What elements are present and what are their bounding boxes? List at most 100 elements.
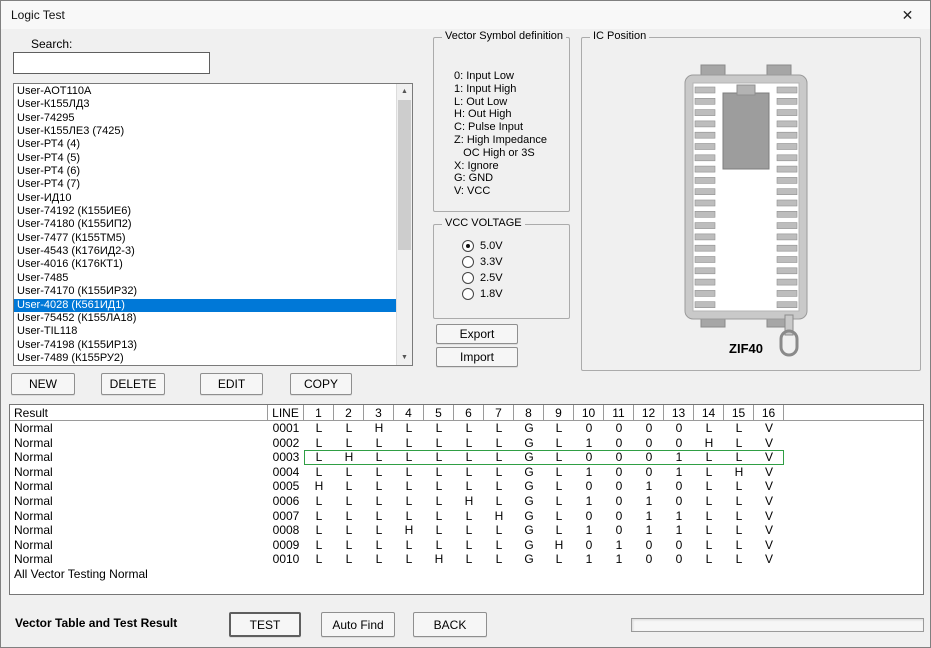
- device-list-item[interactable]: User-РТ4 (4): [14, 138, 396, 151]
- row-pin-value: V: [754, 509, 784, 523]
- vcc-option-label: 2.5V: [480, 272, 503, 284]
- device-list-item[interactable]: User-К155ЛЕ3 (7425): [14, 125, 396, 138]
- device-list-item[interactable]: User-75452 (К155ЛА18): [14, 312, 396, 325]
- row-pin-value: L: [334, 421, 364, 435]
- zif-pin: [695, 268, 715, 274]
- row-pin-value: L: [724, 509, 754, 523]
- table-row[interactable]: Normal0003LHLLLLLGL0001LLV: [10, 450, 923, 465]
- device-list-item[interactable]: User-TIL118: [14, 325, 396, 338]
- device-list-item[interactable]: User-AOT110A: [14, 85, 396, 98]
- column-header-pin: 4: [394, 405, 424, 420]
- device-list-item[interactable]: User-74192 (К155ИЕ6): [14, 205, 396, 218]
- table-row[interactable]: Normal0006LLLLLHLGL1010LLV: [10, 494, 923, 509]
- scroll-up-icon[interactable]: ▲: [397, 84, 412, 99]
- row-pin-value: V: [754, 523, 784, 537]
- new-button[interactable]: NEW: [11, 373, 75, 395]
- row-pin-value: L: [424, 494, 454, 508]
- device-list-item[interactable]: User-4028 (К561ИД1): [14, 299, 396, 312]
- row-pin-value: L: [334, 538, 364, 552]
- device-list-item[interactable]: User-7489 (К155РУ2): [14, 352, 396, 365]
- vcc-option[interactable]: 2.5V: [462, 270, 503, 286]
- table-row[interactable]: Normal0008LLLHLLLGL1011LLV: [10, 523, 923, 538]
- test-button[interactable]: TEST: [229, 612, 301, 637]
- row-pin-value: L: [304, 465, 334, 479]
- row-pin-value: L: [424, 450, 454, 464]
- row-pin-value: 0: [604, 421, 634, 435]
- table-row[interactable]: Normal0001LLHLLLLGL0000LLV: [10, 421, 923, 436]
- vector-symbol-lines: 0: Input Low1: Input HighL: Out LowH: Ou…: [454, 70, 567, 198]
- row-pin-value: 1: [664, 450, 694, 464]
- device-list-item[interactable]: User-74295: [14, 112, 396, 125]
- row-pin-value: L: [334, 509, 364, 523]
- device-list-item[interactable]: User-74170 (К155ИР32): [14, 285, 396, 298]
- device-list-item[interactable]: User-К155ЛД3: [14, 98, 396, 111]
- row-pin-value: L: [484, 436, 514, 450]
- vcc-option[interactable]: 1.8V: [462, 286, 503, 302]
- delete-button[interactable]: DELETE: [101, 373, 165, 395]
- search-input[interactable]: [13, 52, 210, 74]
- row-result: Normal: [10, 479, 268, 493]
- row-pin-value: 0: [574, 509, 604, 523]
- device-list-item[interactable]: User-74198 (К155ИР13): [14, 339, 396, 352]
- row-pin-value: L: [424, 479, 454, 493]
- device-list-item[interactable]: User-4016 (К176КТ1): [14, 258, 396, 271]
- row-pin-value: L: [394, 509, 424, 523]
- column-header-pin: 10: [574, 405, 604, 420]
- zif-pin: [695, 189, 715, 195]
- table-row[interactable]: Normal0004LLLLLLLGL1001LHV: [10, 465, 923, 480]
- device-list-item[interactable]: User-ИД10: [14, 192, 396, 205]
- list-scrollbar[interactable]: ▲ ▼: [396, 84, 412, 365]
- table-row[interactable]: Normal0007LLLLLLHGL0011LLV: [10, 508, 923, 523]
- row-result: Normal: [10, 552, 268, 566]
- zif-pin: [777, 110, 797, 116]
- row-pin-value: H: [304, 479, 334, 493]
- row-pin-value: V: [754, 538, 784, 552]
- copy-button[interactable]: COPY: [290, 373, 352, 395]
- row-line: 0010: [268, 552, 304, 566]
- edit-button[interactable]: EDIT: [200, 373, 263, 395]
- row-pin-value: L: [454, 450, 484, 464]
- ic-chip-notch: [737, 85, 755, 95]
- device-list-item[interactable]: User-РТ4 (5): [14, 152, 396, 165]
- row-pin-value: 1: [574, 465, 604, 479]
- row-pin-value: G: [514, 538, 544, 552]
- row-pin-value: L: [544, 552, 574, 566]
- scroll-down-icon[interactable]: ▼: [397, 350, 412, 365]
- close-icon[interactable]: ✕: [885, 1, 930, 29]
- vcc-option[interactable]: 3.3V: [462, 254, 503, 270]
- device-list-item[interactable]: User-РТ4 (7): [14, 178, 396, 191]
- row-pin-value: G: [514, 509, 544, 523]
- auto-find-button[interactable]: Auto Find: [321, 612, 395, 637]
- column-header-pin: 15: [724, 405, 754, 420]
- row-pin-value: 0: [634, 436, 664, 450]
- vcc-option[interactable]: 5.0V: [462, 238, 503, 254]
- title-bar[interactable]: Logic Test ✕: [1, 1, 930, 29]
- row-pin-value: L: [694, 450, 724, 464]
- row-pin-value: L: [304, 450, 334, 464]
- import-button[interactable]: Import: [436, 347, 518, 367]
- table-row[interactable]: Normal0005HLLLLLLGL0010LLV: [10, 479, 923, 494]
- table-row[interactable]: Normal0010LLLLHLLGL1100LLV: [10, 552, 923, 567]
- device-list-item[interactable]: User-7485: [14, 272, 396, 285]
- device-list-item[interactable]: User-7477 (К155ТМ5): [14, 232, 396, 245]
- back-button[interactable]: BACK: [413, 612, 487, 637]
- device-list[interactable]: User-AOT110AUser-К155ЛД3User-74295User-К…: [13, 83, 413, 366]
- device-list-item[interactable]: User-74180 (К155ИП2): [14, 218, 396, 231]
- export-button[interactable]: Export: [436, 324, 518, 344]
- table-row[interactable]: Normal0002LLLLLLLGL1000HLV: [10, 436, 923, 451]
- row-line: 0007: [268, 509, 304, 523]
- vector-symbol-line: OC High or 3S: [454, 147, 567, 160]
- device-list-item[interactable]: User-4543 (К176ИД2-3): [14, 245, 396, 258]
- row-pin-value: L: [694, 421, 724, 435]
- row-pin-value: L: [724, 494, 754, 508]
- column-header-pin: 14: [694, 405, 724, 420]
- zif-pin: [777, 98, 797, 104]
- column-header-pin: 6: [454, 405, 484, 420]
- row-line: 0004: [268, 465, 304, 479]
- zif-pin: [777, 290, 797, 296]
- row-pin-value: L: [724, 538, 754, 552]
- table-row[interactable]: Normal0009LLLLLLLGH0100LLV: [10, 537, 923, 552]
- device-list-item[interactable]: User-РТ4 (6): [14, 165, 396, 178]
- row-pin-value: 0: [634, 552, 664, 566]
- scrollbar-thumb[interactable]: [398, 100, 411, 250]
